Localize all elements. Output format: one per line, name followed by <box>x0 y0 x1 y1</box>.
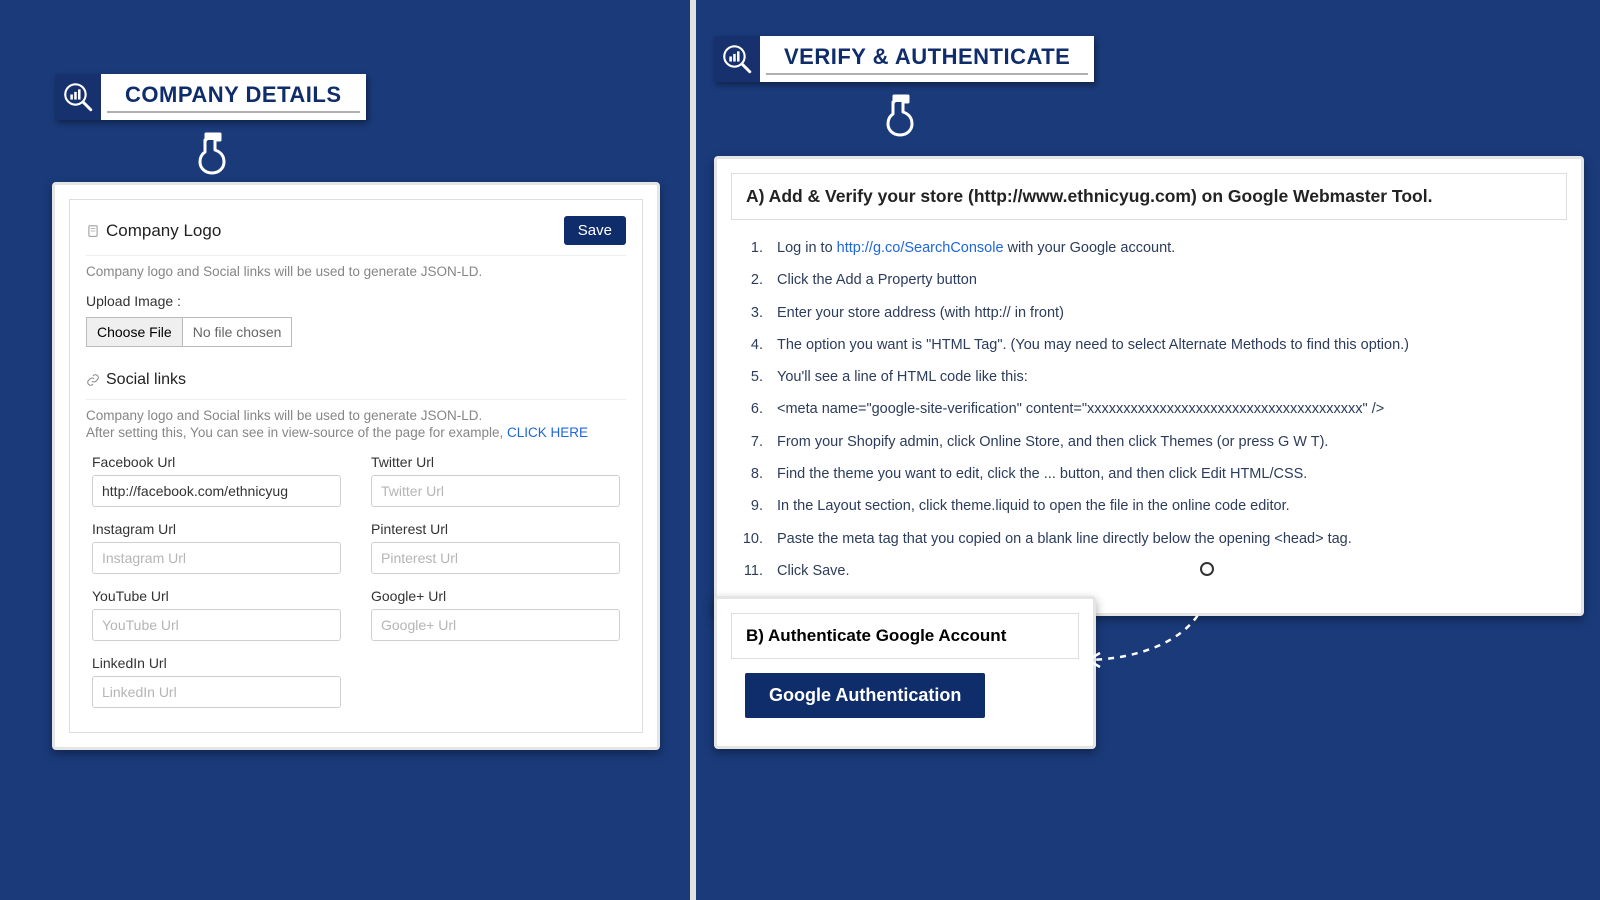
company-logo-heading: Company Logo <box>86 221 221 241</box>
document-icon <box>86 224 100 238</box>
step-item: 1.Log in to http://g.co/SearchConsole wi… <box>739 232 1561 264</box>
googleplus-url-field: Google+ Url <box>371 588 620 641</box>
section-a-heading: A) Add & Verify your store (http://www.e… <box>731 173 1567 220</box>
company-details-card: Company Logo Save Company logo and Socia… <box>52 182 660 750</box>
company-details-title: COMPANY DETAILS <box>107 82 360 113</box>
connector-dot <box>1200 562 1214 576</box>
step-item: 7.From your Shopify admin, click Online … <box>739 426 1561 458</box>
instagram-url-field: Instagram Url <box>92 521 341 574</box>
facebook-url-field: Facebook Url <box>92 454 341 507</box>
upload-image-label: Upload Image : <box>86 293 626 309</box>
google-authentication-button[interactable]: Google Authentication <box>745 673 985 718</box>
pinterest-url-field: Pinterest Url <box>371 521 620 574</box>
verify-authenticate-title-badge: VERIFY & AUTHENTICATE <box>714 36 1094 82</box>
step-item: 8.Find the theme you want to edit, click… <box>739 458 1561 490</box>
search-console-link[interactable]: http://g.co/SearchConsole <box>837 240 1004 256</box>
step-item: 4.The option you want is "HTML Tag". (Yo… <box>739 329 1561 361</box>
analytics-search-icon <box>714 36 760 82</box>
verification-steps-list: 1.Log in to http://g.co/SearchConsole wi… <box>731 220 1567 599</box>
choose-file-button[interactable]: Choose File <box>87 318 183 346</box>
file-input[interactable]: Choose File No file chosen <box>86 317 292 347</box>
analytics-search-icon <box>55 74 101 120</box>
social-desc-2: After setting this, You can see in view-… <box>86 425 626 440</box>
step-item: 3.Enter your store address (with http://… <box>739 297 1561 329</box>
twitter-url-field: Twitter Url <box>371 454 620 507</box>
youtube-url-field: YouTube Url <box>92 588 341 641</box>
linkedin-url-input[interactable] <box>92 676 341 708</box>
step-item: 9.In the Layout section, click theme.liq… <box>739 490 1561 522</box>
instagram-url-input[interactable] <box>92 542 341 574</box>
pointing-hand-icon <box>192 128 232 181</box>
twitter-url-input[interactable] <box>371 475 620 507</box>
link-icon <box>86 373 100 387</box>
youtube-url-input[interactable] <box>92 609 341 641</box>
save-button[interactable]: Save <box>564 216 626 245</box>
verify-authenticate-title: VERIFY & AUTHENTICATE <box>766 44 1088 75</box>
step-item: 5.You'll see a line of HTML code like th… <box>739 361 1561 393</box>
section-b-heading: B) Authenticate Google Account <box>731 613 1079 659</box>
pointing-hand-icon <box>880 90 920 143</box>
logo-description: Company logo and Social links will be us… <box>86 264 626 279</box>
step-item: 6.<meta name="google-site-verification" … <box>739 393 1561 425</box>
connector-arrow <box>1078 558 1238 678</box>
linkedin-url-field: LinkedIn Url <box>92 655 341 708</box>
click-here-link[interactable]: CLICK HERE <box>507 425 588 440</box>
social-links-heading: Social links <box>86 371 626 397</box>
verify-store-card: A) Add & Verify your store (http://www.e… <box>714 156 1584 616</box>
authenticate-card: B) Authenticate Google Account Google Au… <box>714 596 1096 749</box>
vertical-divider <box>690 0 696 900</box>
step-item: 2.Click the Add a Property button <box>739 264 1561 296</box>
pinterest-url-input[interactable] <box>371 542 620 574</box>
company-details-title-badge: COMPANY DETAILS <box>55 74 366 120</box>
googleplus-url-input[interactable] <box>371 609 620 641</box>
facebook-url-input[interactable] <box>92 475 341 507</box>
file-status-text: No file chosen <box>183 318 292 346</box>
step-item: 10.Paste the meta tag that you copied on… <box>739 523 1561 555</box>
social-desc-1: Company logo and Social links will be us… <box>86 408 626 423</box>
